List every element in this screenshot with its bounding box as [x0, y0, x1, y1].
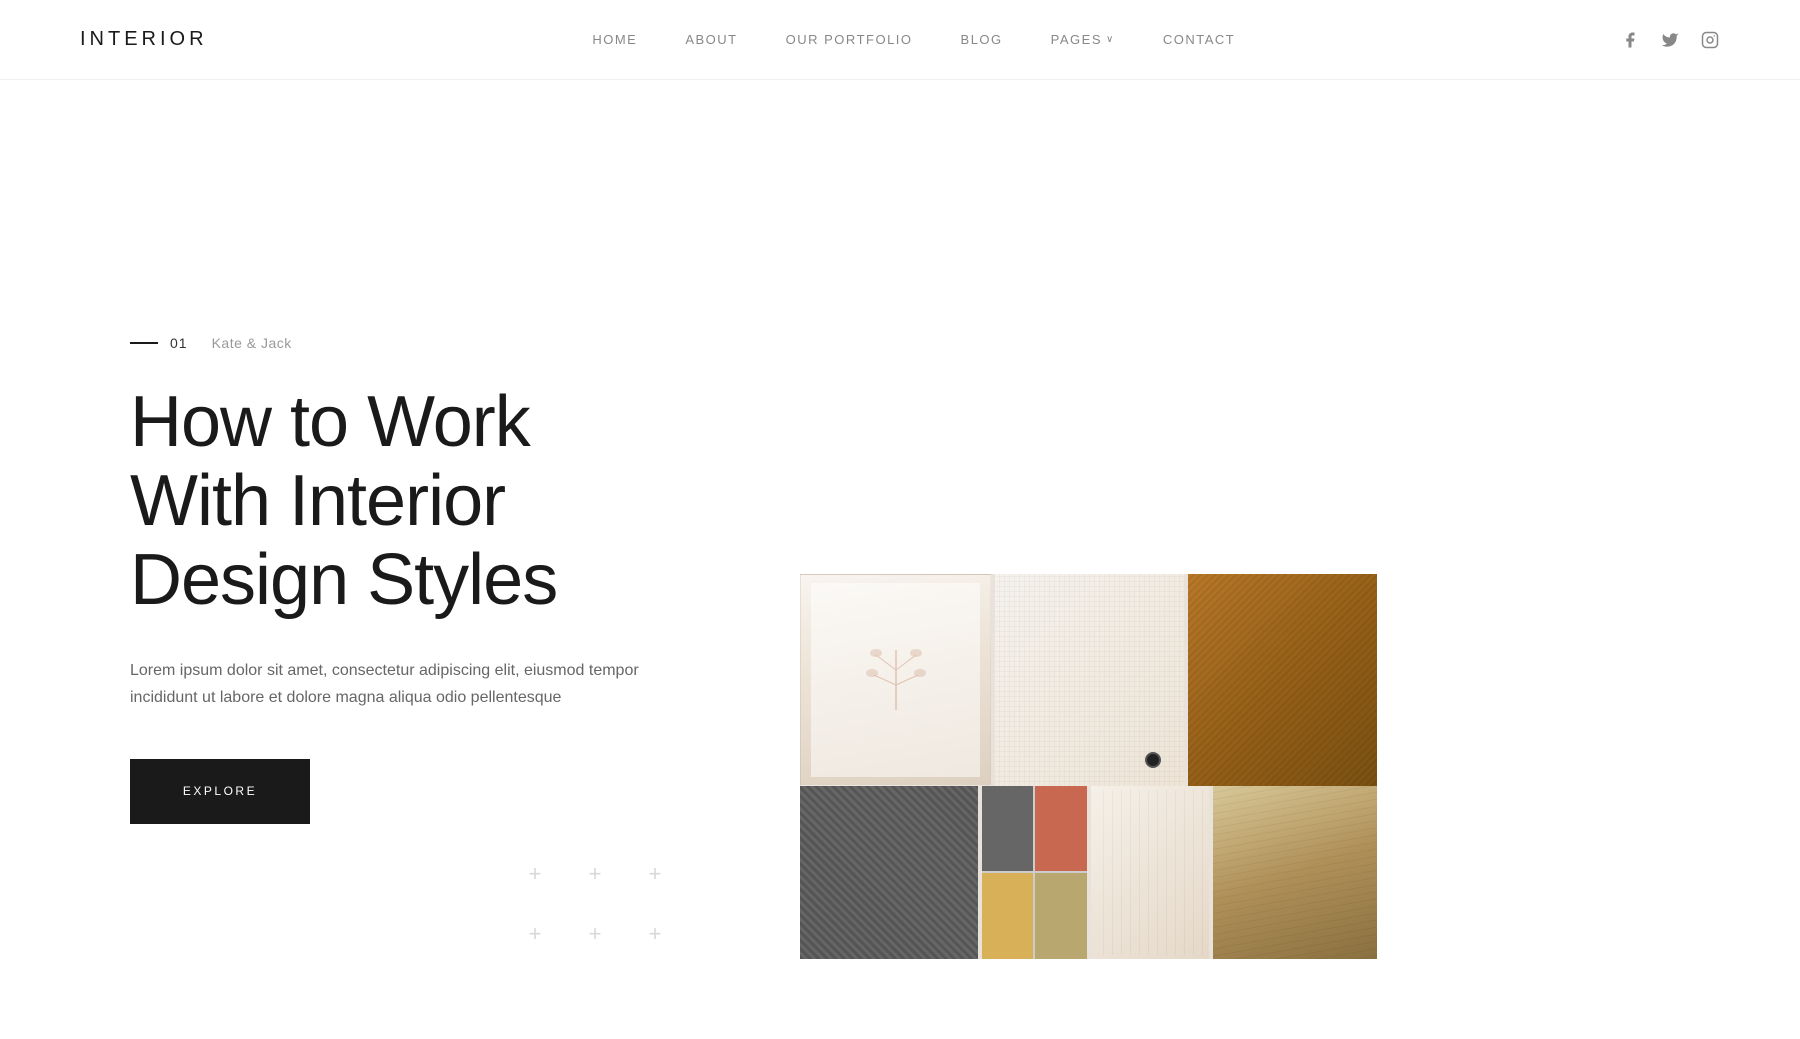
swatch-bottom-middle: [1091, 786, 1210, 959]
nav-item-pages[interactable]: PAGES: [1051, 32, 1115, 47]
facebook-icon[interactable]: [1620, 30, 1640, 50]
swatch-top-middle: [995, 574, 1184, 786]
plus-decoration: +: [630, 849, 680, 899]
nav-item-about[interactable]: ABOUT: [685, 32, 737, 47]
nav-item-portfolio[interactable]: OUR PORTFOLIO: [786, 32, 913, 47]
main-content: 01 Kate & Jack How to Work With Interior…: [0, 80, 1800, 1039]
color-chip-2: [1035, 786, 1086, 872]
article-author: Kate & Jack: [212, 335, 292, 351]
nav-item-home[interactable]: HOME: [592, 32, 637, 47]
plus-decoration: [630, 789, 680, 839]
hero-image: [800, 574, 1377, 959]
swatches-top-row: [800, 574, 1377, 786]
color-chips: [982, 786, 1086, 959]
color-chip-1: [982, 786, 1033, 872]
color-chip-4: [1035, 873, 1086, 959]
hero-right-panel: [740, 80, 1800, 1039]
plus-decoration: [510, 789, 560, 839]
plus-decoration: [570, 789, 620, 839]
swatch-bottom-left: [800, 786, 978, 959]
article-number: 01: [130, 335, 188, 351]
instagram-icon[interactable]: [1700, 30, 1720, 50]
plus-decoration: +: [510, 849, 560, 899]
swatches-bottom-row: [800, 786, 1377, 959]
number-line-decoration: [130, 342, 158, 344]
swatches-layout: [800, 574, 1377, 959]
hero-title: How to Work With Interior Design Styles: [130, 383, 660, 621]
decorative-plus-grid: + + + + + +: [510, 789, 680, 959]
hero-description: Lorem ipsum dolor sit amet, consectetur …: [130, 657, 650, 711]
plus-decoration: +: [510, 909, 560, 959]
article-meta: 01 Kate & Jack: [130, 335, 660, 351]
twitter-icon[interactable]: [1660, 30, 1680, 50]
article-number-text: 01: [170, 335, 188, 351]
swatch-bottom-right: [1213, 786, 1377, 959]
plus-decoration: +: [570, 849, 620, 899]
nav-item-contact[interactable]: CONTACT: [1163, 32, 1235, 47]
plus-decoration: +: [630, 909, 680, 959]
plus-decoration: +: [570, 909, 620, 959]
hero-left-panel: 01 Kate & Jack How to Work With Interior…: [0, 80, 740, 1039]
main-nav: HOME ABOUT OUR PORTFOLIO BLOG PAGES CONT…: [592, 32, 1235, 47]
hero-image-container: [800, 574, 1377, 959]
explore-button[interactable]: EXPLORE: [130, 759, 310, 824]
swatch-top-left: [800, 574, 991, 786]
color-chip-3: [982, 873, 1033, 959]
social-links: [1620, 30, 1720, 50]
site-logo[interactable]: INTERIOR: [80, 28, 208, 51]
swatch-top-right: [1188, 574, 1377, 786]
nav-item-blog[interactable]: BLOG: [961, 32, 1003, 47]
